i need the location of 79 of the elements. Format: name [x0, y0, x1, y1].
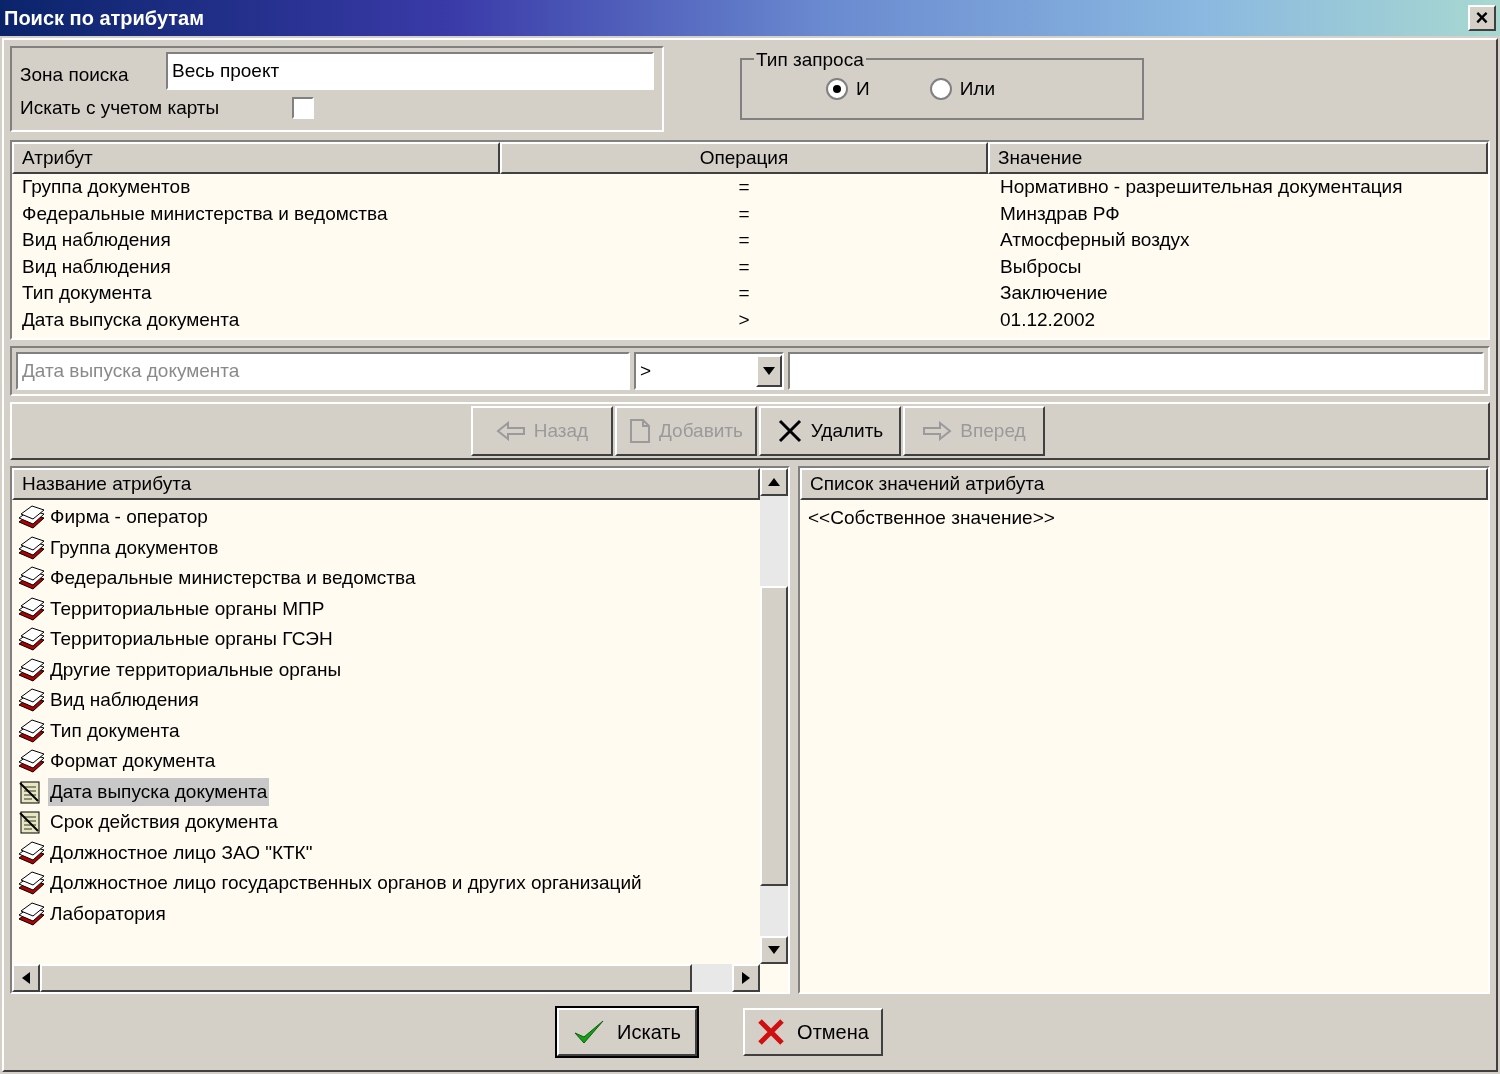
table-cell-text: Заключение — [999, 281, 1109, 305]
table-cell-text: Нормативно - разрешительная документация — [999, 175, 1404, 199]
radio-label: И — [856, 76, 870, 101]
table-cell-text: Дата выпуска документа — [21, 307, 241, 332]
column-header[interactable]: Значение — [988, 142, 1488, 174]
stack-icon — [16, 687, 46, 714]
delete-button[interactable]: Удалить — [759, 406, 901, 456]
close-icon — [776, 418, 803, 444]
checkbox-label: Искать с учетом карты — [20, 96, 221, 120]
scroll-left-icon[interactable] — [12, 964, 40, 992]
value-field[interactable] — [788, 352, 1484, 390]
stack-icon — [16, 504, 46, 531]
field-label: Зона поиска — [20, 62, 130, 87]
attribute-item[interactable]: Территориальные органы МПР — [48, 594, 327, 623]
table-cell-text: Группа документов — [21, 175, 192, 199]
right-arrow-icon — [922, 421, 953, 441]
page-icon — [629, 418, 651, 444]
attribute-field[interactable]: Дата выпуска документа — [16, 352, 630, 390]
scroll-down-icon[interactable] — [760, 936, 788, 964]
column-header[interactable]: Список значений атрибута — [800, 468, 1488, 500]
value-item[interactable]: <<Собственное значение>> — [800, 500, 1488, 533]
search-button[interactable]: Искать — [557, 1008, 697, 1056]
close-button[interactable]: × — [1468, 5, 1496, 31]
column-header[interactable]: Название атрибута — [12, 468, 760, 500]
column-header[interactable]: Атрибут — [12, 142, 500, 174]
attribute-item[interactable]: Лаборатория — [48, 899, 168, 928]
scroll-thumb[interactable] — [760, 586, 788, 886]
table-cell-text: = — [737, 254, 751, 279]
table-cell-text: = — [737, 201, 751, 226]
table-cell-text: Атмосферный воздух — [999, 228, 1191, 252]
attribute-item[interactable]: Тип документа — [48, 716, 182, 745]
stack-icon — [16, 626, 46, 653]
stack-icon — [16, 534, 46, 561]
search-zone-field[interactable]: Весь проект — [166, 52, 654, 90]
stack-icon — [16, 839, 46, 866]
column-header[interactable]: Операция — [500, 142, 988, 174]
attribute-item[interactable]: Срок действия документа — [48, 808, 280, 837]
attribute-item[interactable]: Группа документов — [48, 533, 221, 562]
cancel-button[interactable]: Отмена — [743, 1008, 883, 1056]
stack-icon — [16, 748, 46, 775]
stack-icon — [16, 595, 46, 622]
checkmark-icon — [573, 1018, 606, 1046]
attribute-item[interactable]: Фирма - оператор — [48, 503, 210, 532]
operation-dropdown[interactable]: > — [634, 352, 784, 390]
dropdown-value: > — [640, 358, 652, 383]
stack-icon — [16, 717, 46, 744]
left-arrow-icon — [495, 421, 526, 441]
table-cell-text: Минздрав РФ — [999, 201, 1121, 226]
close-icon — [757, 1018, 786, 1046]
table-cell-text: = — [737, 281, 751, 305]
radio-button[interactable] — [929, 78, 952, 100]
table-cell-text: Вид наблюдения — [21, 254, 172, 279]
table-cell-text: = — [737, 228, 751, 252]
attribute-item[interactable]: Территориальные органы ГСЭН — [48, 625, 335, 654]
attribute-item[interactable]: Вид наблюдения — [48, 686, 201, 715]
table-cell-text: Федеральные министерства и ведомства — [21, 201, 389, 226]
stack-icon — [16, 900, 46, 927]
table-cell-text: Вид наблюдения — [21, 228, 172, 252]
attribute-item[interactable]: Должностное лицо государственных органов и других организаций — [48, 869, 644, 898]
table-cell-text: > — [737, 307, 751, 332]
radio-button[interactable] — [826, 78, 848, 100]
vertical-scrollbar[interactable] — [760, 468, 788, 964]
checkbox[interactable] — [292, 97, 314, 120]
table-cell-text: = — [737, 175, 751, 199]
stack-icon — [16, 656, 46, 683]
stack-icon — [16, 870, 46, 897]
scroll-up-icon[interactable] — [760, 468, 788, 496]
attribute-item[interactable]: Формат документа — [48, 747, 218, 776]
stack-icon — [16, 565, 46, 592]
table-cell-text: Тип документа — [21, 281, 153, 305]
radio-label: Или — [959, 76, 995, 101]
table-cell-text: 01.12.2002 — [999, 307, 1097, 332]
attribute-item[interactable]: Должностное лицо ЗАО "КТК" — [48, 838, 315, 867]
attribute-item[interactable]: Дата выпуска документа — [48, 777, 270, 806]
attribute-item[interactable]: Другие территориальные органы — [48, 655, 344, 684]
table-cell-text: Выбросы — [999, 254, 1083, 279]
attribute-item[interactable]: Федеральные министерства и ведомства — [48, 564, 418, 593]
scroll-right-icon[interactable] — [732, 964, 760, 992]
window-title: Поиск по атрибутам — [4, 6, 205, 31]
